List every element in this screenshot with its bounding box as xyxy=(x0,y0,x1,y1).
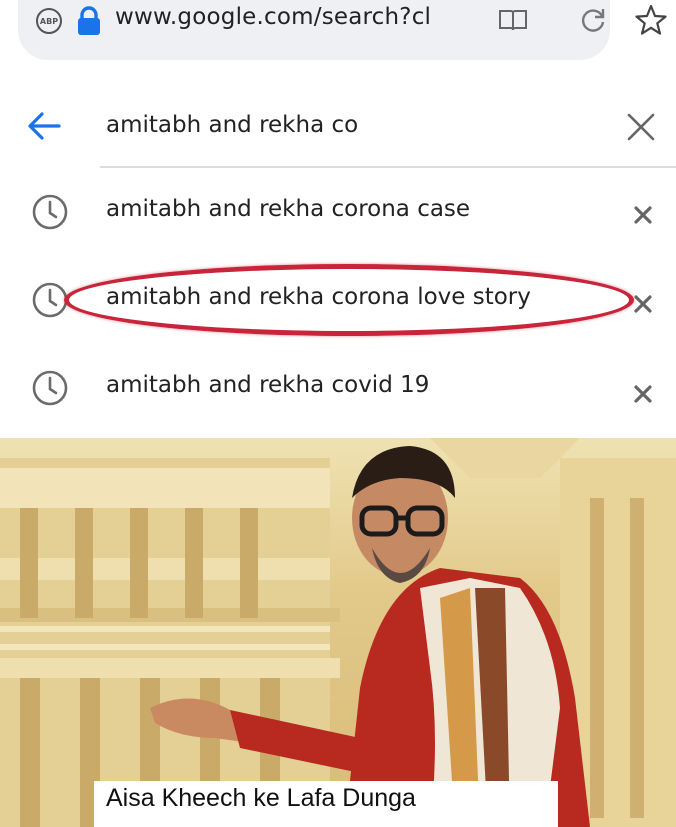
url-text[interactable]: www.google.com/search?cl xyxy=(115,4,431,30)
meme-image xyxy=(0,438,676,827)
suggestion-label: amitabh and rekha corona case xyxy=(106,196,471,222)
url-bar[interactable]: ABP www.google.com/search?cl xyxy=(18,0,610,60)
temple-scene-illustration xyxy=(0,438,676,827)
divider xyxy=(100,166,676,168)
reload-icon[interactable] xyxy=(578,5,608,35)
back-arrow-icon[interactable] xyxy=(26,110,62,142)
suggestion-item[interactable]: amitabh and rekha corona case xyxy=(0,172,676,252)
bookmark-star-icon[interactable] xyxy=(634,3,668,37)
search-input[interactable] xyxy=(106,104,566,146)
adblock-icon[interactable]: ABP xyxy=(36,8,62,34)
red-highlight-circle xyxy=(64,264,634,336)
meme-caption: Aisa Kheech ke Lafa Dunga xyxy=(106,784,416,812)
clear-search-icon[interactable] xyxy=(624,110,658,144)
history-clock-icon xyxy=(32,194,68,230)
adblock-badge-text: ABP xyxy=(39,16,59,26)
reader-mode-icon[interactable] xyxy=(497,6,529,34)
suggestion-item[interactable]: amitabh and rekha covid 19 xyxy=(0,348,676,428)
suggestion-label: amitabh and rekha covid 19 xyxy=(106,372,430,398)
remove-suggestion-icon[interactable] xyxy=(632,293,654,315)
remove-suggestion-icon[interactable] xyxy=(632,204,654,226)
lock-icon xyxy=(78,6,100,35)
remove-suggestion-icon[interactable] xyxy=(632,383,654,405)
history-clock-icon xyxy=(32,370,68,406)
